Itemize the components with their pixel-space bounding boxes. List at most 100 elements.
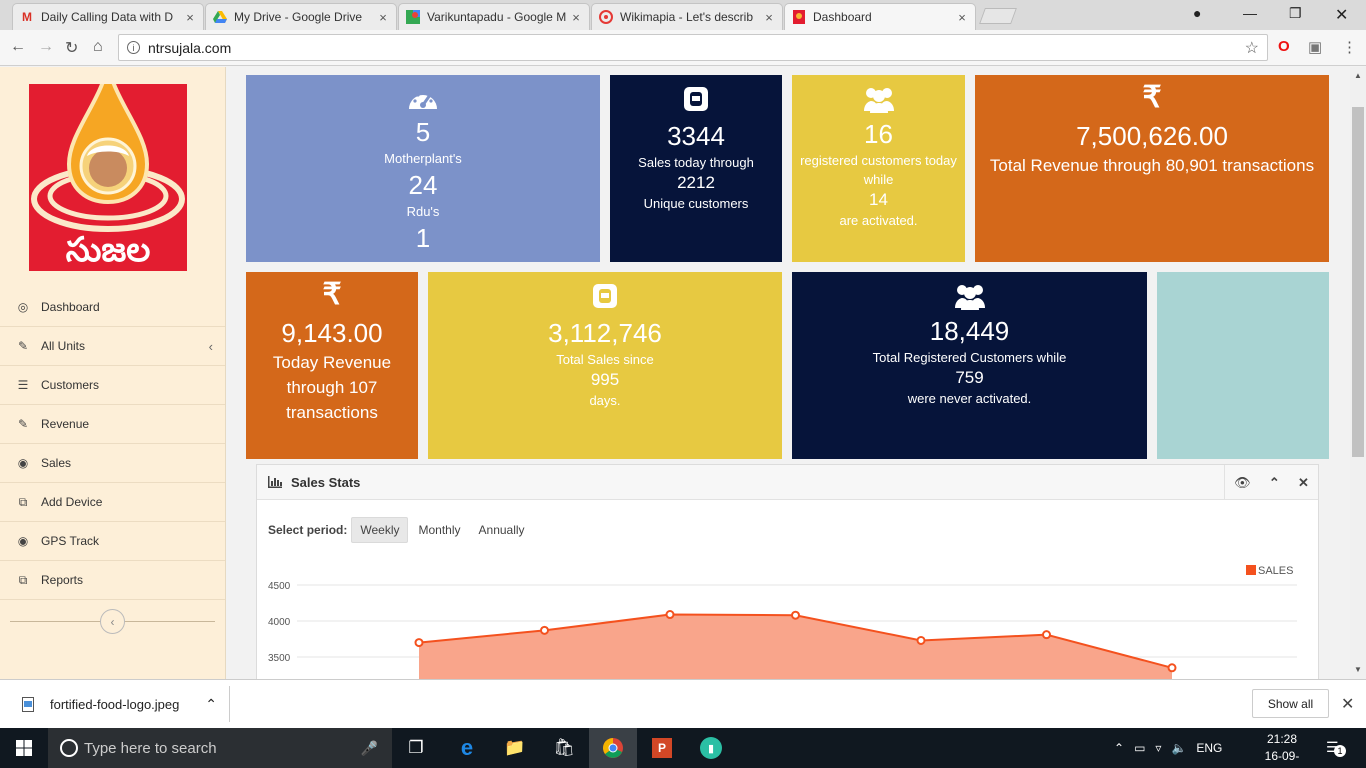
stat-sales-today: 3344 Sales today through 2212 Unique cus… (610, 75, 782, 262)
stat-plants: 5 Motherplant's 24 Rdu's 1 (246, 75, 600, 262)
info-icon[interactable]: i (127, 41, 140, 54)
tab-gmail[interactable]: M Daily Calling Data with D × (12, 3, 204, 30)
motherplant-count: 5 (415, 117, 431, 147)
sidebar-item-all-units[interactable]: ✎ All Units ‹ (0, 327, 225, 366)
stat-total-customers: 18,449 Total Registered Customers while … (792, 272, 1147, 459)
stat-today-revenue: ₹ 9,143.00 Today Revenue through 107 tra… (246, 272, 418, 459)
scrollbar-thumb[interactable] (1352, 107, 1364, 457)
close-icon[interactable]: ✕ (1298, 475, 1309, 491)
sujala-logo[interactable]: సుజల (29, 67, 187, 271)
powerpoint-icon[interactable]: P (638, 728, 686, 768)
file-explorer-icon[interactable]: 📁 (491, 728, 539, 768)
edge-icon[interactable]: e (443, 728, 491, 768)
new-tab-button[interactable] (979, 8, 1017, 24)
list-icon: ☰ (17, 378, 29, 392)
chevron-up-icon[interactable]: ⌃ (205, 696, 217, 713)
close-tab-icon[interactable]: × (183, 10, 197, 25)
sidebar-item-label: All Units (41, 339, 86, 353)
show-all-button[interactable]: Show all (1252, 689, 1329, 718)
sidebar-item-gps-track[interactable]: ◉ GPS Track (0, 522, 225, 561)
sidebar-item-label: Sales (41, 456, 72, 470)
restore-icon[interactable]: ❐ (1289, 5, 1302, 22)
taskbar-search-input[interactable]: Type here to search 🎤 (48, 728, 392, 768)
total-customers-value: 18,449 (929, 316, 1010, 346)
dashboard-gauge-icon (409, 91, 437, 109)
total-customers-label: Total Registered Customers while (872, 350, 1067, 365)
map-marker-icon: ◉ (17, 534, 29, 548)
wifi-icon[interactable]: ▿ (1155, 741, 1161, 755)
days-value: 995 (590, 370, 620, 389)
close-tab-icon[interactable]: × (762, 10, 776, 25)
total-revenue-label: Total Revenue through 80,901 transaction… (989, 156, 1315, 175)
days-label: days. (589, 393, 621, 408)
back-icon[interactable]: ← (10, 38, 26, 56)
forward-icon[interactable]: → (38, 38, 54, 56)
url-input[interactable]: i ntrsujala.com ☆ (118, 34, 1268, 61)
home-icon[interactable]: ⌂ (93, 38, 103, 56)
camera-icon[interactable]: ▣ (1308, 38, 1322, 56)
tab-google-maps[interactable]: Varikuntapadu - Google M × (398, 3, 590, 30)
close-window-icon[interactable]: ✕ (1335, 5, 1348, 25)
copy-icon: ⧉ (18, 572, 28, 587)
period-selector: Select period: Weekly Monthly Annually (268, 517, 533, 543)
language-indicator[interactable]: ENG (1196, 741, 1222, 755)
bookmark-star-icon[interactable]: ☆ (1245, 38, 1259, 58)
today-revenue-value: 9,143.00 (281, 318, 383, 348)
period-annually-button[interactable]: Annually (471, 518, 533, 542)
microphone-icon[interactable]: 🎤 (361, 740, 378, 757)
notifications-icon[interactable]: ☰ 1 (1326, 739, 1346, 757)
scroll-up-icon[interactable]: ▲ (1354, 71, 1362, 80)
close-tab-icon[interactable]: × (955, 10, 969, 25)
close-tab-icon[interactable]: × (569, 10, 583, 25)
y-tick-label: 4500 (268, 581, 291, 592)
bar-chart-icon (268, 476, 282, 488)
opera-icon[interactable]: O (1278, 38, 1290, 55)
sidebar-item-label: Add Device (41, 495, 103, 509)
period-weekly-button[interactable]: Weekly (351, 517, 409, 543)
close-download-bar-icon[interactable]: ✕ (1341, 694, 1354, 714)
tab-title: Daily Calling Data with D (41, 10, 174, 24)
sidebar-item-customers[interactable]: ☰ Customers (0, 366, 225, 405)
task-view-icon[interactable]: ❐ (392, 728, 440, 768)
sidebar-item-reports[interactable]: ⧉ Reports (0, 561, 225, 600)
volume-icon[interactable]: 🔈 (1171, 741, 1186, 755)
legend-swatch (1246, 565, 1256, 575)
reload-icon[interactable]: ↻ (65, 38, 78, 58)
sales-chart: 4500 4000 3500 SALES (268, 565, 1297, 679)
store-icon[interactable]: 🛍 (540, 728, 588, 768)
sidebar-item-sales[interactable]: ◉ Sales (0, 444, 225, 483)
app-icon[interactable]: ▮ (687, 728, 735, 768)
period-monthly-button[interactable]: Monthly (410, 518, 468, 542)
unique-customers-label: Unique customers (643, 196, 749, 211)
tab-google-drive[interactable]: My Drive - Google Drive × (205, 3, 397, 30)
scroll-down-icon[interactable]: ▼ (1354, 665, 1362, 674)
sidebar-item-label: Customers (41, 378, 100, 392)
chevron-left-icon[interactable]: ‹ (209, 339, 213, 354)
menu-icon[interactable]: ⋮ (1342, 38, 1357, 56)
sidebar-item-label: Reports (41, 573, 84, 587)
sidebar-collapse-button[interactable]: ‹ (100, 609, 125, 634)
sidebar-item-dashboard[interactable]: ◎ Dashboard (0, 288, 225, 327)
eye-icon[interactable]: 👁 (1234, 475, 1251, 491)
download-item[interactable]: fortified-food-logo.jpeg ⌃ (8, 686, 230, 722)
tab-title: Wikimapia - Let's describ (620, 10, 753, 24)
profile-icon[interactable]: ● (1193, 5, 1201, 21)
tab-dashboard[interactable]: Dashboard × (784, 3, 976, 30)
close-tab-icon[interactable]: × (376, 10, 390, 25)
windows-start-icon[interactable] (0, 728, 48, 768)
minimize-icon[interactable]: — (1243, 5, 1257, 21)
dashboard-icon: ◎ (17, 300, 29, 314)
tab-wikimapia[interactable]: Wikimapia - Let's describ × (591, 3, 783, 30)
chrome-icon[interactable] (589, 728, 637, 768)
wikimapia-icon (598, 9, 614, 25)
clock-date: 16-09-2017 (1264, 749, 1300, 768)
clock[interactable]: 21:28 16-09-2017 (1252, 731, 1312, 768)
sales-point (414, 638, 424, 648)
sidebar-item-add-device[interactable]: ⧉ Add Device (0, 483, 225, 522)
page-scrollbar[interactable]: ▲ ▼ (1350, 67, 1366, 679)
sidebar-item-revenue[interactable]: ✎ Revenue (0, 405, 225, 444)
users-icon (954, 285, 985, 310)
chevron-up-icon[interactable]: ⌃ (1269, 475, 1280, 491)
battery-icon[interactable]: ▭ (1134, 741, 1145, 755)
chevron-up-icon[interactable]: ⌃ (1114, 741, 1124, 755)
